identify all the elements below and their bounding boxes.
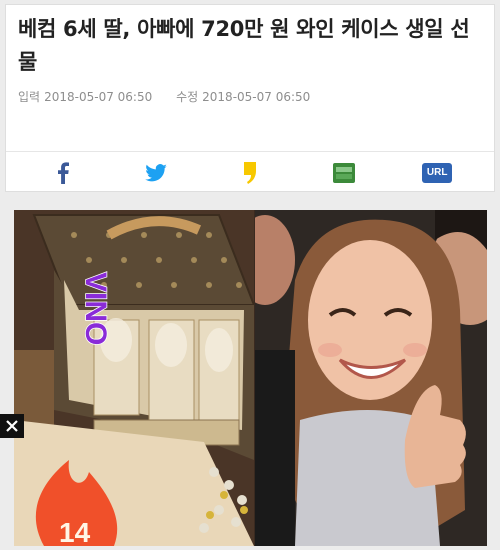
- share-bar: URL: [6, 151, 494, 193]
- share-line-button[interactable]: [320, 158, 368, 188]
- input-label: 입력: [18, 90, 41, 104]
- article-meta: 입력 2018-05-07 06:50 수정 2018-05-07 06:50: [18, 88, 330, 105]
- svg-text:14: 14: [59, 517, 91, 546]
- share-kakaostory-button[interactable]: [226, 158, 274, 188]
- share-url-button[interactable]: URL: [413, 158, 461, 188]
- input-datetime: 2018-05-07 06:50: [44, 90, 153, 104]
- close-button[interactable]: [0, 414, 24, 438]
- input-date: 입력 2018-05-07 06:50: [18, 90, 166, 104]
- kakaostory-icon: [243, 161, 256, 184]
- article-headline: 베컴 6세 딸, 아빠에 720만 원 와인 케이스 생일 선물: [18, 17, 470, 74]
- share-facebook-button[interactable]: [39, 158, 87, 188]
- facebook-icon: [57, 161, 69, 184]
- girl-photo: [255, 210, 487, 546]
- vino-text: VINO: [79, 272, 112, 345]
- url-icon: URL: [422, 162, 453, 183]
- twitter-icon: [145, 163, 168, 181]
- wine-case-image: VINO 14: [14, 210, 254, 546]
- url-label: URL: [426, 167, 448, 178]
- edit-date: 수정 2018-05-07 06:50: [176, 90, 320, 104]
- line-icon: [332, 162, 355, 183]
- edit-datetime: 2018-05-07 06:50: [202, 90, 311, 104]
- edit-label: 수정: [176, 90, 199, 104]
- article-header-card: 베컴 6세 딸, 아빠에 720만 원 와인 케이스 생일 선물 입력 2018-…: [5, 4, 495, 192]
- article-photo: VINO 14: [14, 210, 487, 546]
- share-twitter-button[interactable]: [132, 158, 180, 188]
- close-icon: [6, 420, 18, 432]
